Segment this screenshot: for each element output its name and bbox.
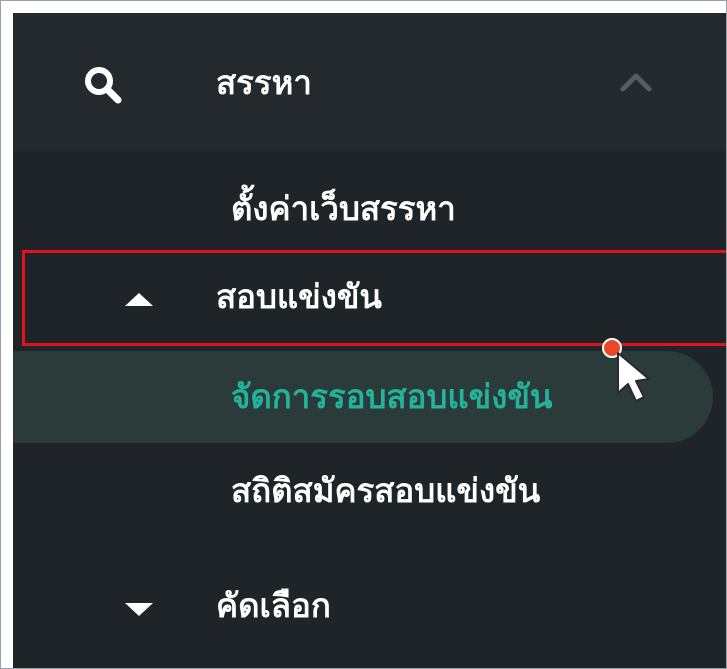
menu-item-label-active: จัดการรอบสอบแข่งขัน: [231, 377, 553, 416]
search-icon: [85, 67, 122, 104]
menu-item-exam-statistics[interactable]: สถิติสมัครสอบแข่งขัน: [13, 453, 726, 533]
mouse-pointer-icon: [602, 338, 650, 402]
menu-section-label: สรรหา: [216, 63, 312, 102]
highlight-annotation-box: [22, 250, 726, 346]
menu-item-label: สถิติสมัครสอบแข่งขัน: [231, 471, 541, 510]
menu-item-selection[interactable]: คัดเลือก: [13, 568, 726, 648]
screenshot-frame: สรรหา ตั้งค่าเว็บสรรหา สอบแข่งขัน จัดการ…: [0, 0, 727, 669]
menu-item-website-settings[interactable]: ตั้งค่าเว็บสรรหา: [13, 173, 726, 245]
sidebar-menu: สรรหา ตั้งค่าเว็บสรรหา สอบแข่งขัน จัดการ…: [13, 13, 726, 668]
menu-item-label: ตั้งค่าเว็บสรรหา: [231, 189, 456, 228]
chevron-up-icon[interactable]: [618, 69, 654, 93]
caret-down-icon: [125, 603, 153, 616]
menu-item-label: คัดเลือก: [216, 586, 331, 625]
menu-section-recruitment[interactable]: สรรหา: [13, 13, 726, 151]
